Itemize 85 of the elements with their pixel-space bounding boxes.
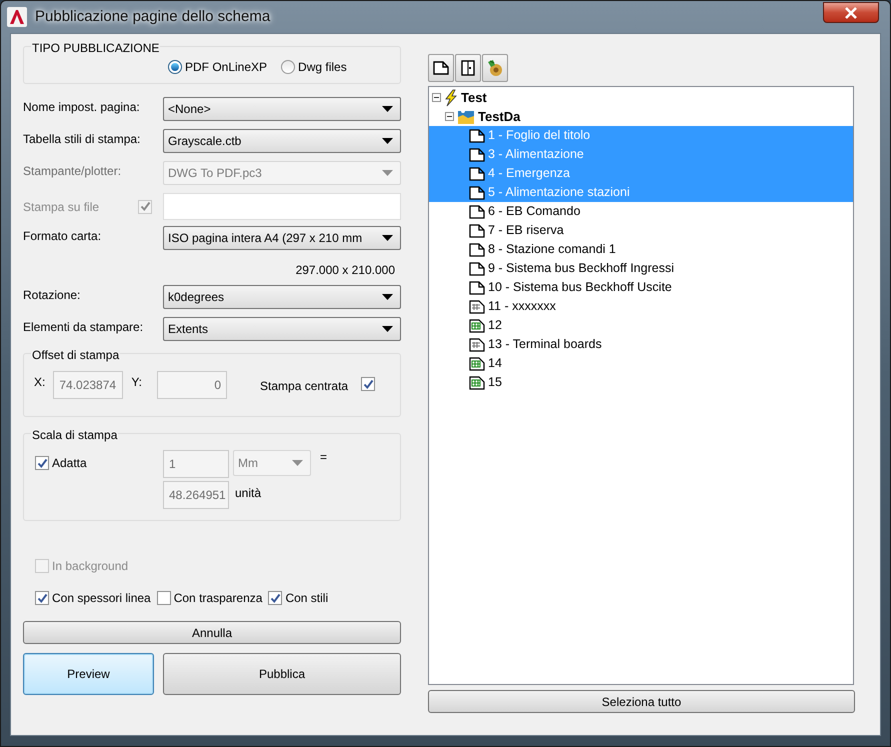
toolbar-button[interactable] xyxy=(455,54,481,82)
dropdown[interactable]: k0degrees xyxy=(163,285,401,309)
colorful-gear-icon xyxy=(486,59,504,77)
checkbox-label[interactable]: Con spessori linea xyxy=(35,589,151,607)
field-label: Formato carta: xyxy=(23,228,102,245)
tree-item[interactable]: 8 - Stazione comandi 1 xyxy=(429,240,853,259)
dropdown[interactable]: <None> xyxy=(163,97,401,121)
page-icon xyxy=(469,262,485,276)
tree-item[interactable]: 12 xyxy=(429,316,853,335)
dropdown[interactable]: Extents xyxy=(163,317,401,341)
dropdown-arrow-icon xyxy=(382,106,393,112)
page-icon xyxy=(469,148,485,162)
field-label: Elementi da stampare: xyxy=(23,319,144,336)
window-title: Pubblicazione pagine dello schema xyxy=(35,6,270,27)
field-label: Tabella stili di stampa: xyxy=(23,131,142,148)
dropdown-arrow-icon xyxy=(382,235,393,241)
field-label: Stampa centrata xyxy=(260,378,348,395)
field-label: Stampa su file xyxy=(23,198,100,216)
tree-item[interactable]: 6 - EB Comando xyxy=(429,202,853,221)
input-field[interactable]: 74.023874 xyxy=(53,371,124,399)
tree-item[interactable]: 15 xyxy=(429,373,853,392)
field-label: Stampante/plotter: xyxy=(23,163,122,180)
page-icon xyxy=(469,280,485,294)
checkbox[interactable] xyxy=(156,591,171,605)
checkbox-label[interactable]: Con stili xyxy=(268,589,328,607)
tree-item[interactable]: TestDa xyxy=(429,107,853,126)
app-icon xyxy=(7,7,27,27)
dropdown[interactable]: Grayscale.ctb xyxy=(163,129,401,153)
radio-button[interactable]: Dwg files xyxy=(281,58,347,76)
folder-icon xyxy=(457,108,475,125)
checkbox[interactable] xyxy=(35,591,49,605)
new-page-icon xyxy=(433,61,449,75)
tree-item[interactable]: 9 - Sistema bus Beckhoff Ingressi xyxy=(429,259,853,278)
page-icon xyxy=(469,186,485,200)
table-page-icon xyxy=(469,376,485,390)
equals-sign: = xyxy=(320,449,328,466)
radio-button[interactable]: PDF OnLineXP xyxy=(168,58,268,76)
field-label: Y: xyxy=(131,374,142,391)
input-field[interactable]: 48.264951 xyxy=(163,481,229,509)
tree-item[interactable]: 11 - xxxxxxx xyxy=(429,297,853,316)
field-label: X: xyxy=(34,374,46,391)
tree-item[interactable]: 13 - Terminal boards xyxy=(429,335,853,354)
page-icon xyxy=(469,204,485,218)
checkbox[interactable] xyxy=(35,456,49,470)
table-page-icon xyxy=(469,356,485,370)
panel-icon xyxy=(461,60,475,76)
input-field[interactable] xyxy=(163,193,401,220)
expander-icon[interactable] xyxy=(432,93,441,102)
cancel-button[interactable]: Annulla xyxy=(23,621,401,644)
dropdown[interactable]: ISO pagina intera A4 (297 x 210 mm xyxy=(163,226,401,250)
tree-item[interactable]: 7 - EB riserva xyxy=(429,221,853,240)
tree-item[interactable]: Test xyxy=(429,88,853,107)
select-all-button[interactable]: Seleziona tutto xyxy=(428,690,855,713)
page-icon xyxy=(469,166,485,180)
checkbox-label[interactable]: Adatta xyxy=(35,454,163,472)
lightning-icon xyxy=(444,88,458,106)
field-label: Nome impost. pagina: xyxy=(23,99,141,116)
page-icon xyxy=(469,128,485,142)
dropdown-arrow-icon xyxy=(382,170,393,176)
field-label: Rotazione: xyxy=(23,287,82,304)
dropdown-arrow-icon xyxy=(382,138,393,144)
dropdown-arrow-icon xyxy=(382,326,393,332)
dropdown[interactable]: Mm xyxy=(233,450,311,476)
paper-size-text: 297.000 x 210.000 xyxy=(296,262,395,279)
input-field[interactable]: 0 xyxy=(157,371,228,399)
close-button[interactable] xyxy=(823,2,879,23)
terminal-page-icon xyxy=(469,338,485,352)
page-icon xyxy=(469,242,485,256)
input-field[interactable]: 1 xyxy=(163,450,229,478)
checkbox[interactable] xyxy=(361,377,376,391)
table-page-icon xyxy=(469,318,485,332)
toolbar-button[interactable] xyxy=(428,54,454,82)
unit-label: unità xyxy=(235,485,262,502)
checkbox-label[interactable]: Con trasparenza xyxy=(156,589,262,607)
close-icon xyxy=(844,6,858,18)
tree-item[interactable]: 14 xyxy=(429,354,853,373)
terminal-page-icon xyxy=(469,300,485,314)
expander-icon[interactable] xyxy=(445,112,454,121)
page-icon xyxy=(469,224,485,238)
publish-button[interactable]: Pubblica xyxy=(163,653,401,695)
preview-button[interactable]: Preview xyxy=(23,653,154,695)
dropdown-arrow-icon xyxy=(382,294,393,300)
dropdown-arrow-icon xyxy=(292,460,303,466)
tree-item[interactable]: 10 - Sistema bus Beckhoff Uscite xyxy=(429,278,853,297)
checkbox[interactable] xyxy=(268,591,282,605)
